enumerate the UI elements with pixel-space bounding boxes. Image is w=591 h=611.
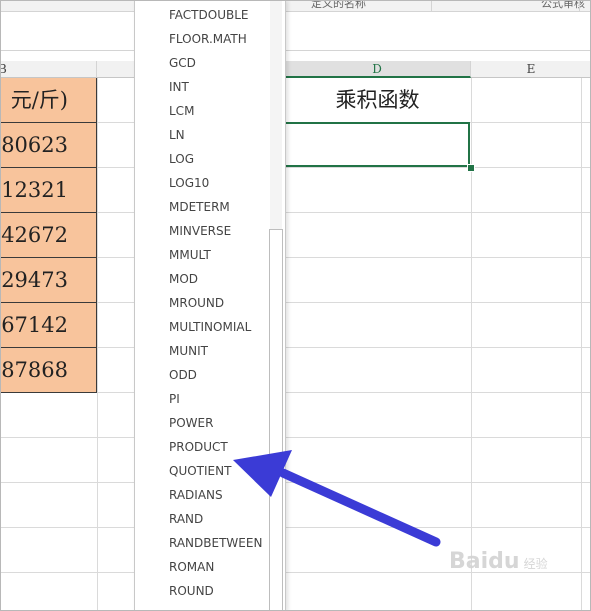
watermark-brand: Baidu <box>449 549 520 574</box>
annotation-arrow-icon <box>233 450 441 547</box>
watermark: Baidu 经验 <box>449 549 548 574</box>
excel-window: 定义的名称 公式审核 B D E 元/斤) 80623 212321 94267… <box>0 0 591 611</box>
watermark-sub: 经验 <box>523 557 548 571</box>
